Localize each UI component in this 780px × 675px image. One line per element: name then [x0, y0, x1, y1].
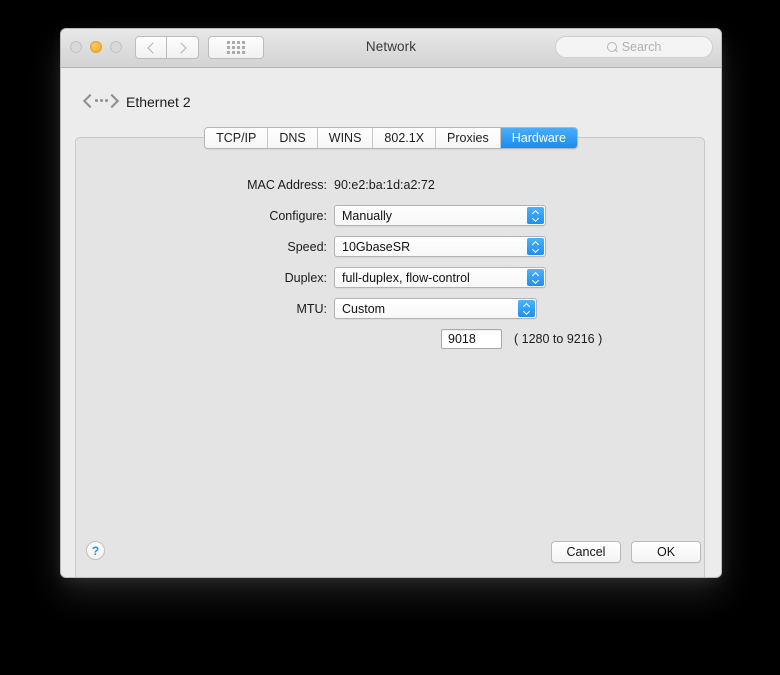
tab-proxies[interactable]: Proxies	[436, 128, 501, 148]
chevron-up-down-icon	[518, 300, 535, 317]
configure-value: Manually	[342, 208, 393, 223]
hardware-tab-panel: MAC Address: 90:e2:ba:1d:a2:72 Configure…	[75, 137, 705, 577]
mac-address-value: 90:e2:ba:1d:a2:72	[334, 177, 435, 192]
hardware-form: MAC Address: 90:e2:ba:1d:a2:72 Configure…	[76, 174, 704, 349]
interface-name: Ethernet 2	[126, 94, 191, 110]
tab-tcpip[interactable]: TCP/IP	[205, 128, 269, 148]
duplex-row: Duplex: full-duplex, flow-control	[76, 267, 704, 288]
duplex-popup-button[interactable]: full-duplex, flow-control	[334, 267, 546, 288]
mtu-range-hint: ( 1280 to 9216 )	[514, 332, 603, 346]
search-icon	[606, 42, 617, 52]
mtu-popup-button[interactable]: Custom	[334, 298, 537, 319]
tab-dns[interactable]: DNS	[268, 128, 318, 148]
search-input[interactable]: Search	[555, 36, 713, 58]
mtu-value-input[interactable]: 9018	[441, 329, 502, 349]
mtu-label: MTU:	[296, 301, 327, 316]
chevron-up-down-icon	[527, 238, 544, 255]
tab-bar: TCP/IP DNS WINS 802.1X Proxies Hardware	[61, 127, 721, 149]
mac-address-row: MAC Address: 90:e2:ba:1d:a2:72	[76, 174, 704, 195]
chevron-up-down-icon	[527, 269, 544, 286]
network-preferences-window: Network Search Ethernet 2 MAC Address: 9…	[60, 28, 722, 578]
cancel-button[interactable]: Cancel	[551, 541, 621, 563]
chevron-up-down-icon	[527, 207, 544, 224]
ethernet-icon	[82, 92, 120, 112]
speed-popup-button[interactable]: 10GbaseSR	[334, 236, 546, 257]
tab-hardware[interactable]: Hardware	[500, 128, 577, 148]
speed-value: 10GbaseSR	[342, 239, 411, 254]
mtu-value-row: 9018 ( 1280 to 9216 )	[76, 329, 704, 349]
duplex-value: full-duplex, flow-control	[342, 270, 470, 285]
dialog-button-bar: Cancel OK	[551, 541, 701, 563]
mtu-row: MTU: Custom	[76, 298, 704, 319]
mtu-value: Custom	[342, 301, 386, 316]
configure-label: Configure:	[269, 208, 327, 223]
interface-header: Ethernet 2	[82, 92, 191, 112]
configure-popup-button[interactable]: Manually	[334, 205, 546, 226]
ok-button[interactable]: OK	[631, 541, 701, 563]
speed-row: Speed: 10GbaseSR	[76, 236, 704, 257]
window-titlebar[interactable]: Network Search	[61, 29, 721, 68]
help-button[interactable]: ?	[86, 541, 105, 560]
mac-address-label: MAC Address:	[247, 177, 327, 192]
window-body: Ethernet 2 MAC Address: 90:e2:ba:1d:a2:7…	[61, 68, 721, 577]
screen: Network Search Ethernet 2 MAC Address: 9…	[0, 0, 780, 675]
tab-8021x[interactable]: 802.1X	[373, 128, 437, 148]
search-placeholder: Search	[621, 40, 662, 54]
speed-label: Speed:	[287, 239, 327, 254]
configure-row: Configure: Manually	[76, 205, 704, 226]
duplex-label: Duplex:	[284, 270, 327, 285]
tab-wins[interactable]: WINS	[317, 128, 374, 148]
